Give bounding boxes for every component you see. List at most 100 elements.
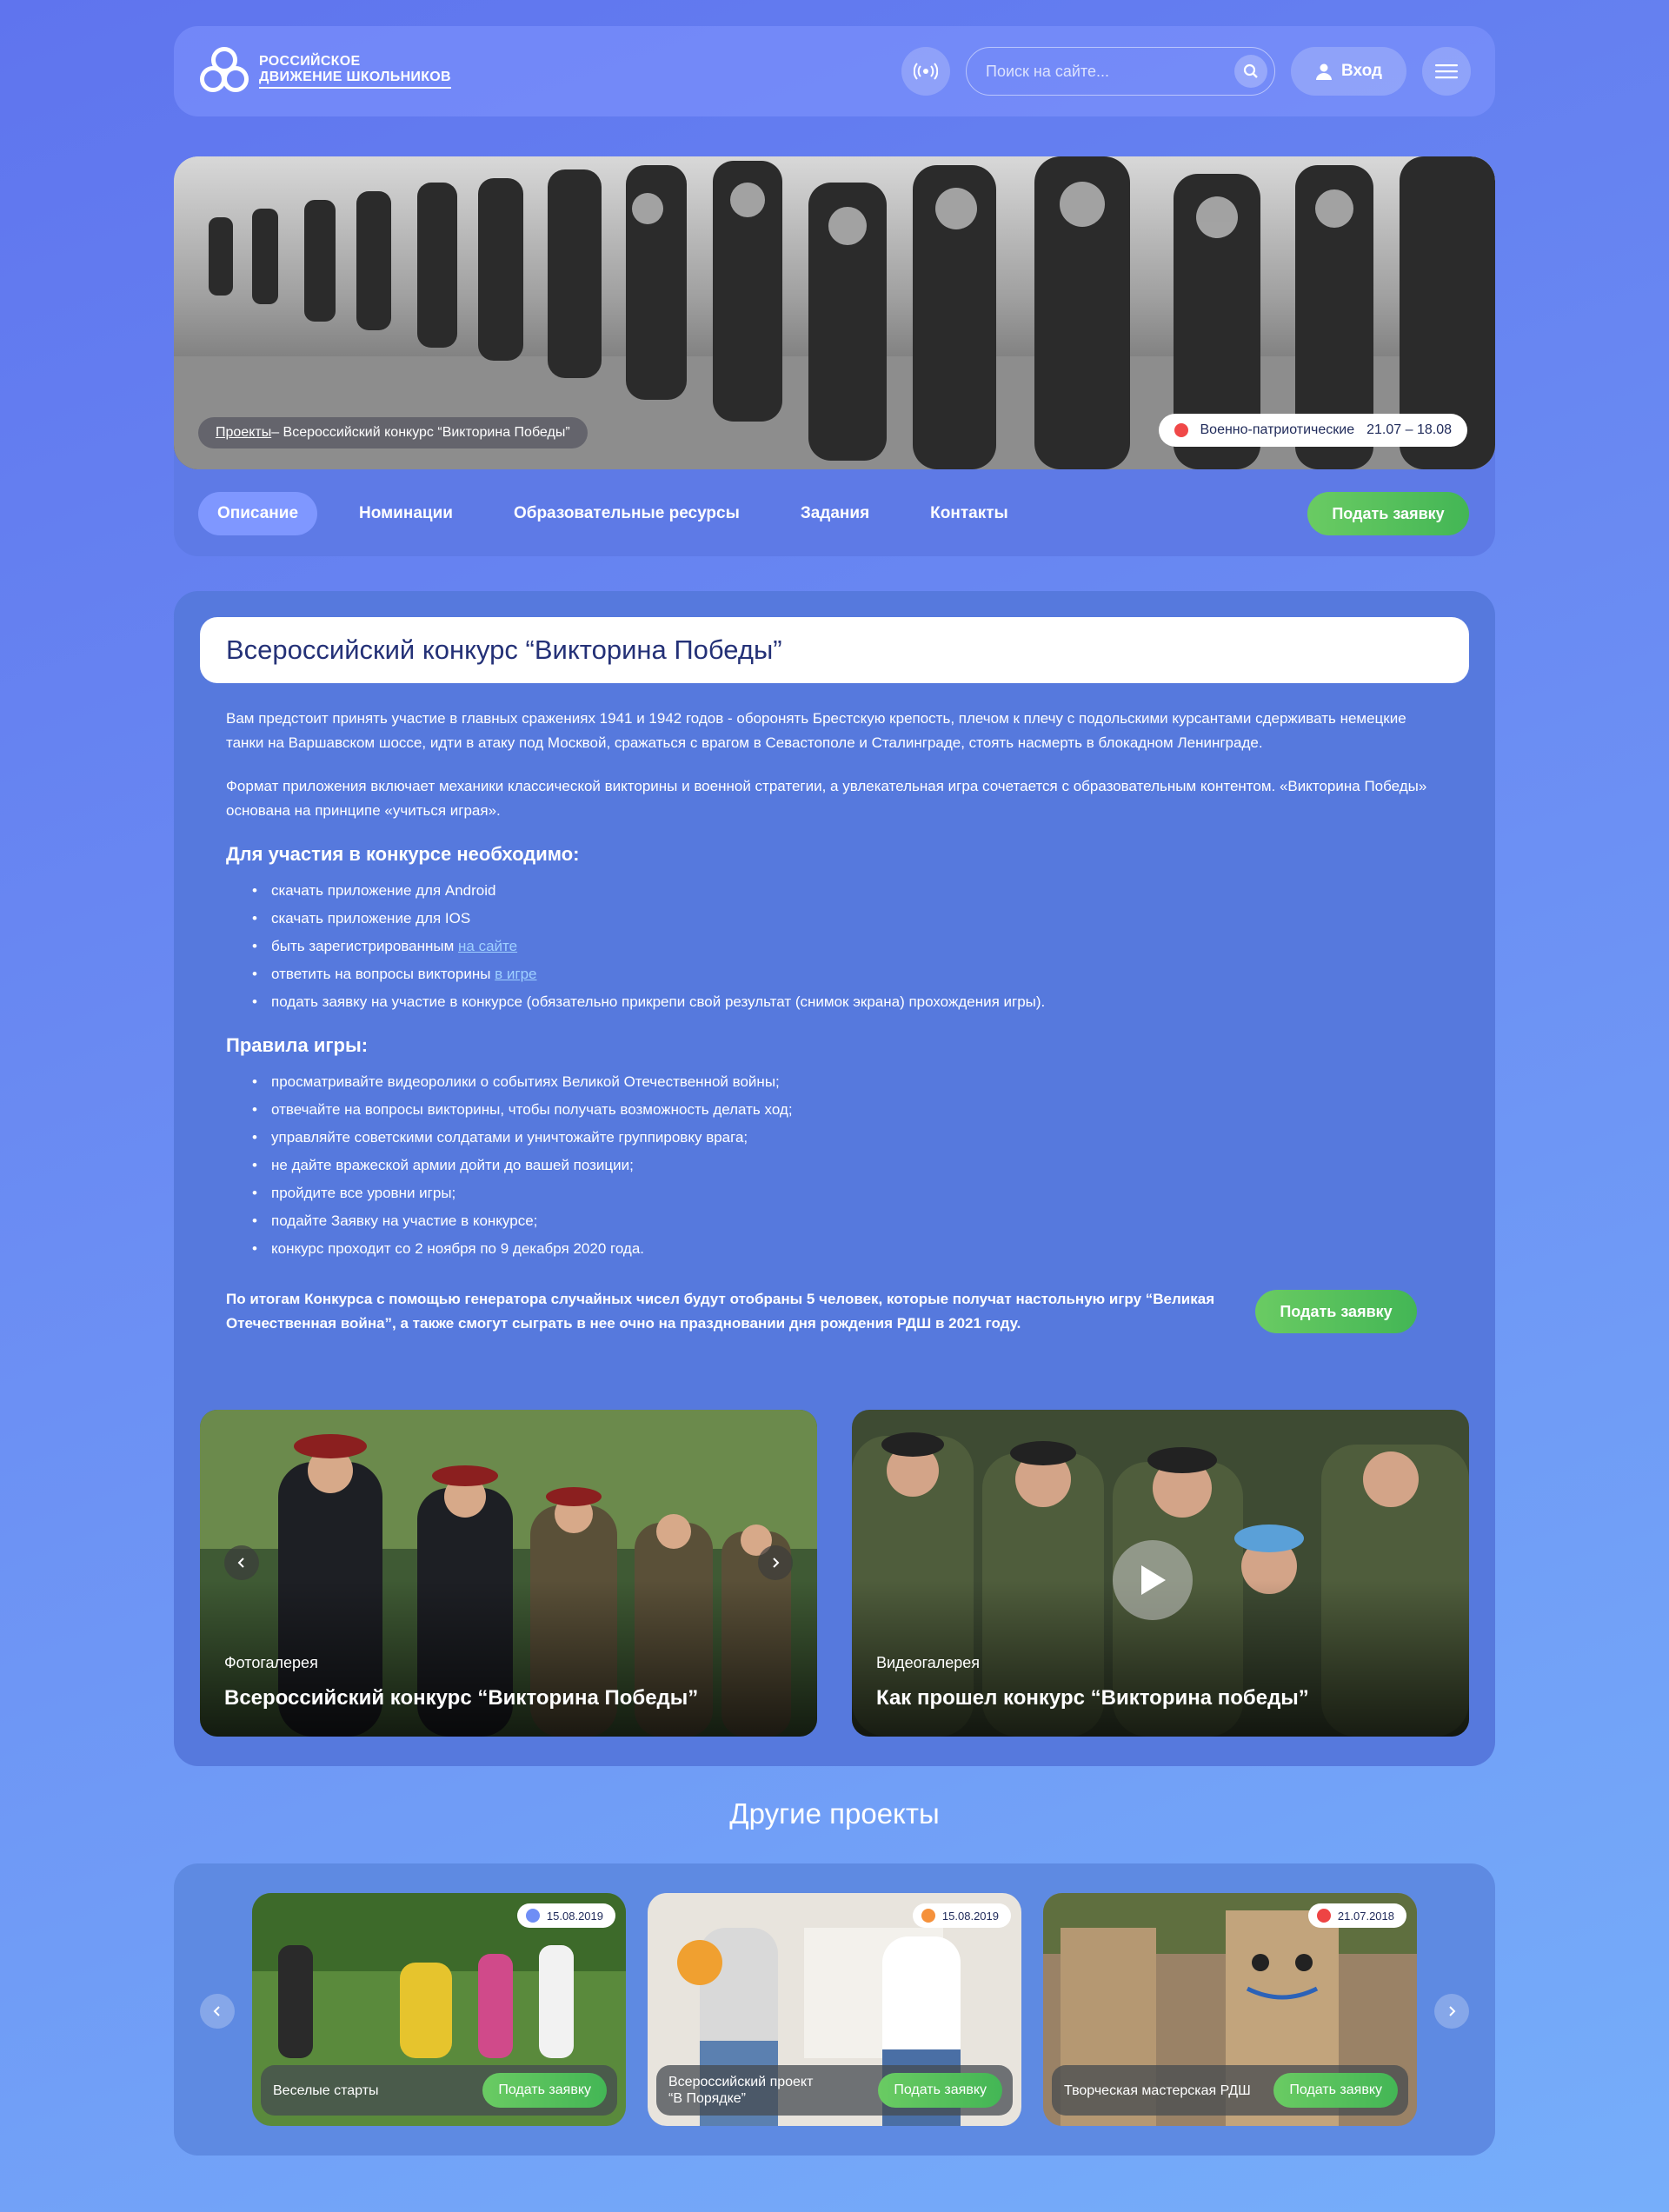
- project-date: 15.08.2019: [941, 1909, 999, 1923]
- list-item: не дайте вражеской армии дойти до вашей …: [252, 1152, 1443, 1179]
- project-apply-button[interactable]: Подать заявку: [878, 2073, 1002, 2108]
- page-title: Всероссийский конкурс “Викторина Победы”: [226, 634, 782, 665]
- apply-button-secondary[interactable]: Подать заявку: [1255, 1290, 1417, 1333]
- description-content: Вам предстоит принять участие в главных …: [226, 707, 1443, 1336]
- category-label: Военно-патриотические: [1200, 422, 1355, 437]
- requirements-heading: Для участия в конкурсе необходимо:: [226, 843, 580, 865]
- title-box: Всероссийский конкурс “Викторина Победы”: [200, 617, 1469, 683]
- logo-text: Российское движение школьников: [259, 54, 451, 89]
- logo-line-2: движение школьников: [259, 70, 451, 89]
- user-icon: [1316, 63, 1333, 80]
- search-button[interactable]: [1234, 55, 1268, 88]
- list-item: отвечайте на вопросы викторины, чтобы по…: [252, 1096, 1443, 1124]
- list-item: ответить на вопросы викторины в игре: [252, 960, 1443, 988]
- chevron-right-icon: [773, 1558, 780, 1568]
- project-card[interactable]: 21.07.2018 Творческая мастерская РДШ Под…: [1043, 1893, 1417, 2126]
- broadcast-icon: [914, 63, 939, 80]
- chevron-right-icon: [1449, 2006, 1456, 2016]
- other-projects-heading: Другие проекты: [729, 1797, 940, 1830]
- site-link[interactable]: на сайте: [458, 938, 517, 954]
- outro-block: По итогам Конкурса с помощью генератора …: [226, 1287, 1443, 1336]
- list-item: управляйте советскими солдатами и уничто…: [252, 1124, 1443, 1152]
- project-date: 15.08.2019: [546, 1909, 603, 1923]
- project-name: Всероссийский проект “В Порядке”: [668, 2075, 814, 2106]
- project-apply-button[interactable]: Подать заявку: [1273, 2073, 1398, 2108]
- gallery-kind: Видеогалерея: [876, 1654, 981, 1671]
- tab-description[interactable]: Описание: [198, 492, 318, 535]
- site-header: Российское движение школьников Вход: [174, 26, 1495, 116]
- list-item: скачать приложение для Android: [252, 877, 1443, 905]
- play-button[interactable]: [1113, 1540, 1193, 1620]
- list-item: просматривайте видеоролики о событиях Ве…: [252, 1068, 1443, 1096]
- project-date-badge: 15.08.2019: [516, 1903, 615, 1928]
- broadcast-button[interactable]: [901, 47, 951, 96]
- logo[interactable]: Российское движение школьников: [198, 45, 451, 97]
- category-dot-icon: [1174, 423, 1188, 437]
- project-date-badge: 15.08.2019: [912, 1903, 1011, 1928]
- list-item-text: скачать приложение для Android: [271, 882, 496, 899]
- carousel-next-button[interactable]: [1434, 1994, 1469, 2029]
- play-icon: [1141, 1565, 1166, 1595]
- project-description: Всероссийский конкурс “Викторина Победы”…: [174, 591, 1495, 1766]
- gallery-title: Всероссийский конкурс “Викторина Победы”: [224, 1686, 699, 1710]
- carousel-prev-button[interactable]: [200, 1994, 235, 2029]
- format-paragraph: Формат приложения включает механики клас…: [226, 778, 1427, 819]
- outro-text: По итогам Конкурса с помощью генератора …: [226, 1291, 1215, 1332]
- tab-resources[interactable]: Образовательные ресурсы: [495, 492, 759, 535]
- tab-nominations[interactable]: Номинации: [340, 492, 472, 535]
- event-dates: 21.07 – 18.08: [1366, 422, 1452, 437]
- rules-list: просматривайте видеоролики о событиях Ве…: [252, 1068, 1443, 1263]
- search-icon: [1243, 63, 1258, 78]
- list-item-text: ответить на вопросы викторины: [271, 966, 495, 982]
- breadcrumb-link-projects[interactable]: Проекты: [216, 425, 271, 441]
- tab-contacts[interactable]: Контакты: [911, 492, 1027, 535]
- project-hero: Проекты – Всероссийский конкурс “Виктори…: [174, 156, 1495, 556]
- project-date-badge: 21.07.2018: [1307, 1903, 1406, 1928]
- menu-button[interactable]: [1422, 47, 1471, 96]
- login-label: Вход: [1341, 62, 1382, 80]
- video-gallery[interactable]: Видеогалерея Как прошел конкурс “Виктори…: [852, 1410, 1469, 1737]
- project-name: Веселые старты: [273, 2082, 379, 2098]
- chevron-left-icon: [213, 2006, 220, 2016]
- logo-line-1: Российское: [259, 54, 361, 69]
- project-bar: Всероссийский проект “В Порядке” Подать …: [656, 2065, 1013, 2116]
- list-item-text: скачать приложение для IOS: [271, 910, 471, 927]
- project-tabs: Описание Номинации Образовательные ресур…: [198, 492, 1027, 535]
- project-name: Творческая мастерская РДШ: [1064, 2082, 1251, 2098]
- gallery-title: Как прошел конкурс “Викторина победы”: [876, 1686, 1309, 1710]
- tab-tasks[interactable]: Задания: [781, 492, 888, 535]
- gallery-prev-button[interactable]: [224, 1545, 259, 1580]
- list-item-text: быть зарегистрированным: [271, 938, 459, 954]
- list-item: конкурс проходит со 2 ноября по 9 декабр…: [252, 1235, 1443, 1263]
- project-date: 21.07.2018: [1337, 1909, 1394, 1923]
- status-dot-icon: [525, 1909, 540, 1923]
- gallery-kind: Фотогалерея: [224, 1654, 318, 1671]
- status-dot-icon: [1316, 1909, 1331, 1923]
- requirements-list: скачать приложение для Android скачать п…: [252, 877, 1443, 1016]
- search-input[interactable]: [986, 62, 1235, 81]
- gallery-next-button[interactable]: [758, 1545, 793, 1580]
- list-item: быть зарегистрированным на сайте: [252, 933, 1443, 960]
- list-item: подать заявку на участие в конкурсе (обя…: [252, 988, 1443, 1016]
- list-item: подайте Заявку на участие в конкурсе;: [252, 1207, 1443, 1235]
- login-button[interactable]: Вход: [1291, 47, 1406, 96]
- rules-heading: Правила игры:: [226, 1034, 369, 1056]
- photo-gallery[interactable]: Фотогалерея Всероссийский конкурс “Викто…: [200, 1410, 817, 1737]
- project-apply-button[interactable]: Подать заявку: [482, 2073, 607, 2108]
- category-badge: Военно-патриотические 21.07 – 18.08: [1158, 414, 1467, 447]
- logo-icon: [198, 45, 250, 97]
- apply-button[interactable]: Подать заявку: [1307, 492, 1469, 535]
- game-link[interactable]: в игре: [495, 966, 536, 982]
- other-projects-carousel: 15.08.2019 Веселые старты Подать заявку …: [174, 1863, 1495, 2156]
- breadcrumb: Проекты – Всероссийский конкурс “Виктори…: [198, 417, 588, 448]
- status-dot-icon: [921, 1909, 935, 1923]
- list-item: скачать приложение для IOS: [252, 905, 1443, 933]
- hamburger-icon: [1435, 64, 1458, 79]
- project-bar: Творческая мастерская РДШ Подать заявку: [1052, 2065, 1408, 2116]
- project-card[interactable]: 15.08.2019 Веселые старты Подать заявку: [252, 1893, 626, 2126]
- project-card[interactable]: 15.08.2019 Всероссийский проект “В Поряд…: [648, 1893, 1021, 2126]
- intro-paragraph: Вам предстоит принять участие в главных …: [226, 710, 1406, 751]
- breadcrumb-current: – Всероссийский конкурс “Викторина Побед…: [271, 425, 570, 440]
- project-bar: Веселые старты Подать заявку: [261, 2065, 617, 2116]
- list-item: пройдите все уровни игры;: [252, 1179, 1443, 1207]
